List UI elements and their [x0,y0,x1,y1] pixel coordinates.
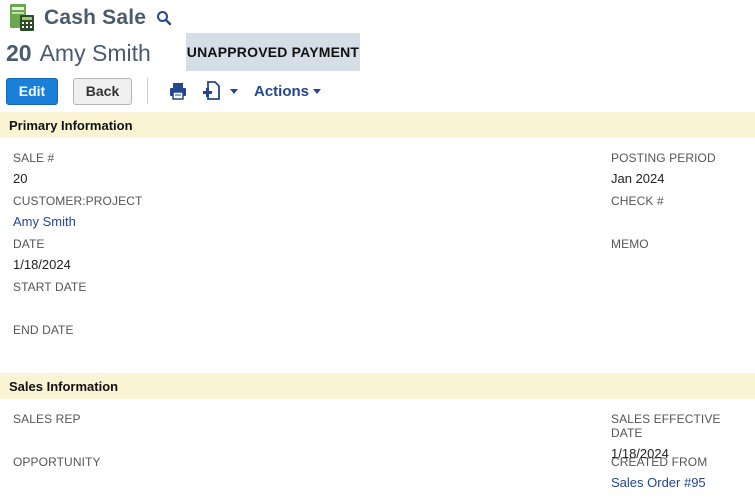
chevron-down-icon [230,88,238,94]
edit-button[interactable]: Edit [6,77,58,105]
field-sale-number: SALE # 20 [13,151,54,186]
section-sales-information[interactable]: Sales Information [0,373,755,399]
field-end-date: END DATE [13,323,74,337]
field-label: MEMO [611,237,649,251]
field-customer-project: CUSTOMER:PROJECT Amy Smith [13,194,142,229]
field-label: START DATE [13,280,87,294]
field-memo: MEMO [611,237,649,251]
cash-sale-record-icon [8,3,36,33]
back-button[interactable]: Back [73,77,132,105]
field-label: SALES REP [13,412,81,426]
print-icon[interactable] [168,81,188,101]
field-label: CHECK # [611,194,664,208]
field-label: SALE # [13,151,55,165]
field-label: DATE [13,237,45,251]
field-opportunity: OPPORTUNITY [13,455,101,469]
field-label: CUSTOMER:PROJECT [13,194,143,208]
new-record-icon[interactable] [202,80,238,102]
actions-label: Actions [254,82,310,100]
field-sales-effective-date: SALES EFFECTIVE DATE 1/18/2024 [611,412,755,461]
field-check-number: CHECK # [611,194,664,208]
field-created-from: CREATED FROM Sales Order #95 [611,455,707,490]
record-name: Amy Smith [39,39,151,66]
search-icon[interactable] [156,10,172,26]
actions-menu[interactable]: Actions [254,82,322,100]
field-label: OPPORTUNITY [13,455,101,469]
field-value: 1/18/2024 [13,257,71,272]
toolbar-divider [147,78,148,104]
field-start-date: START DATE [13,280,86,294]
field-value: 20 [13,171,28,186]
toolbar: Edit Back Actions [6,77,322,105]
field-label: END DATE [13,323,74,337]
field-label: SALES EFFECTIVE DATE [611,412,721,440]
status-badge: UNAPPROVED PAYMENT [186,33,360,71]
field-sales-rep: SALES REP [13,412,81,426]
field-label: POSTING PERIOD [611,151,716,165]
page-header: Cash Sale [8,3,172,33]
chevron-down-icon [313,88,322,94]
field-posting-period: POSTING PERIOD Jan 2024 [611,151,716,186]
created-from-link[interactable]: Sales Order #95 [611,475,707,490]
page-title: Cash Sale [44,6,147,29]
section-primary-information[interactable]: Primary Information [0,112,755,138]
record-number: 20 [6,39,32,66]
customer-link[interactable]: Amy Smith [13,214,142,229]
field-label: CREATED FROM [611,455,708,469]
field-value: Jan 2024 [611,171,665,186]
record-heading: 20 Amy Smith UNAPPROVED PAYMENT [6,33,360,71]
field-date: DATE 1/18/2024 [13,237,71,272]
